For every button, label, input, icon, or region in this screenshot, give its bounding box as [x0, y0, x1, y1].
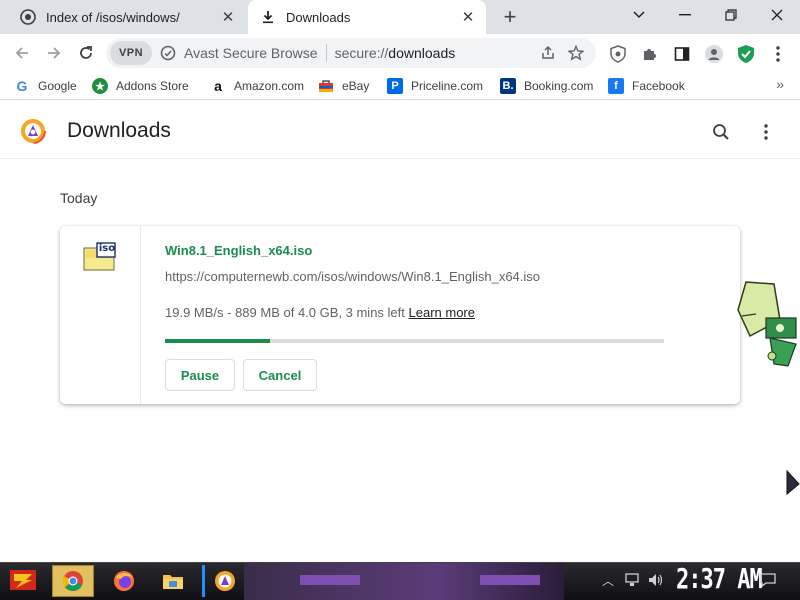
page-title: Downloads — [67, 119, 171, 142]
notifications-icon[interactable] — [760, 572, 776, 588]
vpn-button[interactable]: VPN — [110, 41, 152, 65]
folder-icon — [163, 575, 183, 589]
chrome-icon — [62, 571, 83, 591]
download-item-card: iso Win8.1_English_x64.iso https://compu… — [60, 226, 740, 404]
tab-title: Index of /isos/windows/ — [46, 9, 180, 25]
taskbar-firefox-button[interactable] — [103, 565, 145, 597]
restore-button[interactable] — [708, 0, 754, 30]
bookmark-priceline[interactable]: P Priceline.com — [387, 76, 483, 96]
ebay-icon — [318, 78, 334, 94]
taskbar-avast-browser-button[interactable] — [202, 565, 244, 597]
download-icon — [260, 9, 276, 25]
learn-more-link[interactable]: Learn more — [409, 305, 475, 320]
new-tab-button[interactable]: + — [498, 4, 522, 29]
file-name-link[interactable]: Win8.1_English_x64.iso — [165, 243, 312, 258]
taskbar-stripe — [300, 575, 360, 585]
bookmark-label: Google — [38, 79, 77, 93]
cancel-button[interactable]: Cancel — [243, 359, 317, 391]
bookmarks-overflow-chevron-icon[interactable]: » — [776, 76, 784, 92]
download-progress-bar — [165, 339, 664, 343]
network-icon[interactable] — [624, 572, 640, 588]
downloads-header: Downloads — [0, 101, 800, 159]
tab-index-isos[interactable]: Index of /isos/windows/ ✕ — [8, 0, 246, 34]
bookmark-label: Addons Store — [116, 79, 189, 93]
avast-logo-icon — [20, 118, 46, 144]
download-status: 19.9 MB/s - 889 MB of 4.0 GB, 3 mins lef… — [165, 305, 475, 320]
taskbar-stripe — [480, 575, 540, 585]
close-icon[interactable]: ✕ — [458, 7, 478, 27]
bookmark-ebay[interactable]: eBay — [318, 76, 369, 96]
avast-browser-icon — [214, 571, 235, 591]
reload-button[interactable] — [73, 41, 99, 65]
address-bar[interactable]: VPN Avast Secure Browse secure://downloa… — [106, 38, 596, 68]
bookmark-label: Booking.com — [524, 79, 594, 93]
back-button[interactable] — [9, 41, 35, 65]
forward-button[interactable] — [41, 41, 67, 65]
bookmarks-bar: G Google ★ Addons Store a Amazon.com eBa… — [0, 72, 800, 100]
status-text: 19.9 MB/s - 889 MB of 4.0 GB, 3 mins lef… — [165, 305, 405, 320]
toolbar: VPN Avast Secure Browse secure://downloa… — [0, 34, 800, 72]
privacy-shield-icon[interactable] — [607, 43, 629, 65]
bookmark-amazon[interactable]: a Amazon.com — [210, 76, 304, 96]
priceline-icon: P — [387, 78, 403, 94]
profile-avatar-icon[interactable] — [703, 43, 725, 65]
url-text[interactable]: secure://downloads — [335, 45, 534, 61]
firefox-icon — [114, 571, 134, 591]
bookmark-label: Amazon.com — [234, 79, 305, 93]
more-options-icon[interactable] — [755, 121, 777, 143]
facebook-icon: f — [608, 78, 624, 94]
pause-button[interactable]: Pause — [165, 359, 235, 391]
taskbar-clock[interactable]: 2:37 AM — [676, 564, 763, 595]
iso-file-icon: iso — [83, 242, 117, 271]
bookmark-facebook[interactable]: f Facebook — [608, 76, 685, 96]
url-path: downloads — [388, 45, 456, 61]
tab-title: Downloads — [286, 9, 351, 25]
desktop-mascot-character — [737, 281, 797, 367]
bookmark-google[interactable]: G Google — [14, 76, 77, 96]
close-icon[interactable]: ✕ — [218, 7, 238, 27]
addons-store-icon: ★ — [92, 78, 108, 94]
close-window-button[interactable] — [754, 0, 800, 30]
avast-shield-icon — [160, 45, 176, 61]
volume-icon[interactable] — [648, 572, 664, 588]
tab-downloads[interactable]: Downloads ✕ — [248, 0, 486, 34]
amazon-icon: a — [214, 78, 222, 94]
divider — [325, 44, 327, 62]
chevron-down-icon[interactable] — [616, 0, 662, 30]
share-icon[interactable] — [534, 39, 562, 67]
google-icon: G — [16, 78, 28, 94]
bookmark-booking[interactable]: B. Booking.com — [500, 76, 593, 96]
taskbar-file-explorer-button[interactable] — [152, 565, 194, 597]
bookmark-label: Facebook — [632, 79, 685, 93]
progress-fill — [165, 339, 270, 343]
side-panel-icon[interactable] — [671, 43, 693, 65]
tab-strip: Index of /isos/windows/ ✕ Downloads ✕ + — [0, 0, 800, 34]
bookmark-label: Priceline.com — [411, 79, 484, 93]
booking-icon: B. — [500, 78, 516, 94]
bookmark-addons-store[interactable]: ★ Addons Store — [92, 76, 189, 96]
bookmark-star-icon[interactable] — [562, 39, 590, 67]
tray-overflow-chevron-icon[interactable]: ︿ — [602, 572, 614, 588]
browser-brand-label: Avast Secure Browse — [184, 45, 318, 61]
file-icon-column: iso — [60, 226, 141, 404]
extensions-puzzle-icon[interactable] — [639, 43, 661, 65]
start-button-icon[interactable] — [8, 566, 38, 594]
minimize-button[interactable] — [662, 0, 708, 30]
iso-icon-label: iso — [98, 243, 116, 254]
taskbar-chrome-button[interactable] — [52, 565, 94, 597]
avast-tab-icon — [20, 9, 36, 25]
avast-security-shield-icon[interactable] — [735, 43, 757, 65]
menu-kebab-icon[interactable] — [767, 43, 789, 65]
file-source-url[interactable]: https://computernewb.com/isos/windows/Wi… — [165, 269, 540, 284]
date-heading: Today — [60, 190, 98, 206]
bookmark-label: eBay — [342, 79, 370, 93]
url-scheme: secure:// — [334, 45, 389, 61]
cursor-pointer-icon — [786, 470, 800, 496]
search-icon[interactable] — [710, 121, 732, 143]
